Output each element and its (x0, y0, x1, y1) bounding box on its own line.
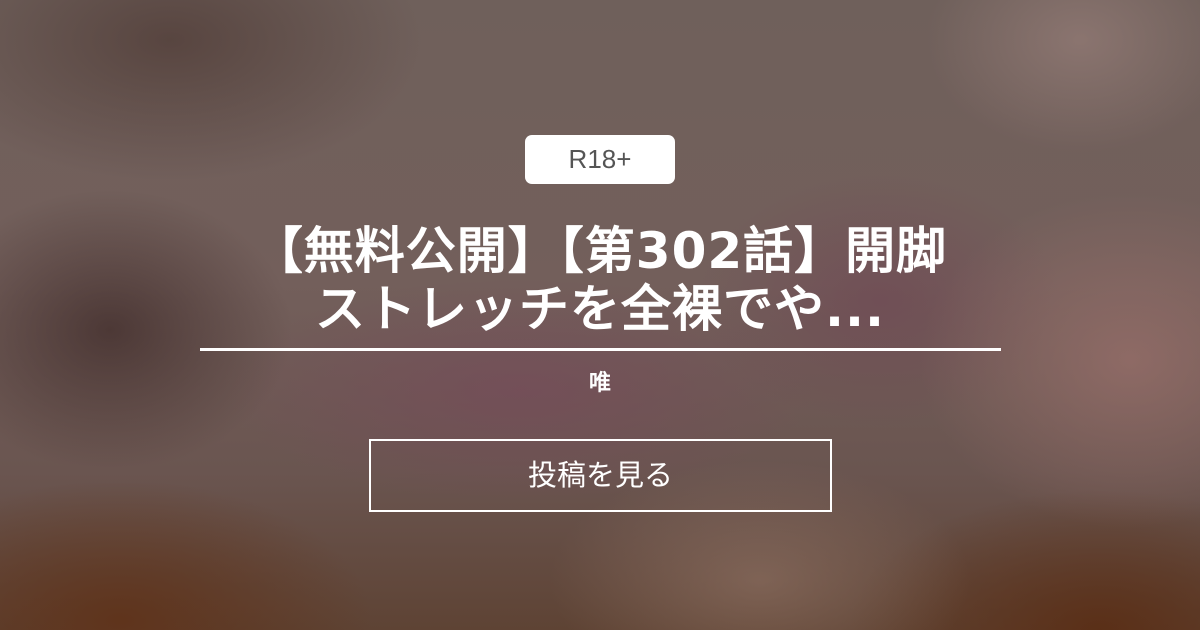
post-title: 【無料公開】【第302話】開脚 ストレッチを全裸でや... (252, 222, 948, 338)
view-post-button[interactable]: 投稿を見る (369, 439, 832, 512)
share-card: R18+ 【無料公開】【第302話】開脚 ストレッチを全裸でや... 唯 投稿を… (0, 0, 1200, 630)
divider (200, 348, 1001, 351)
author-name: 唯 (588, 371, 611, 396)
r18-badge: R18+ (525, 135, 675, 184)
